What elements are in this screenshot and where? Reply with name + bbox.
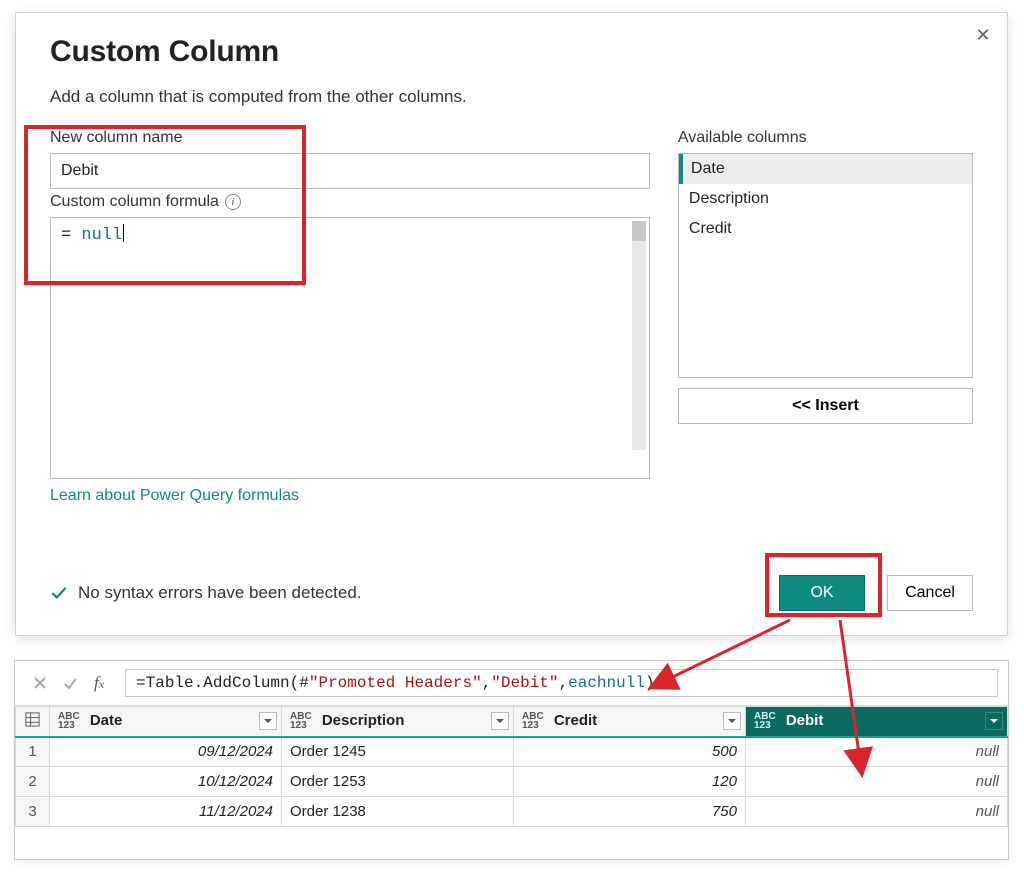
- cell-credit: 500: [514, 737, 746, 767]
- custom-column-dialog: ✕ Custom Column Add a column that is com…: [15, 12, 1008, 636]
- fx-null: null: [607, 674, 645, 692]
- col-header-label: Date: [90, 712, 123, 729]
- insert-button[interactable]: << Insert: [678, 388, 973, 424]
- status-text: No syntax errors have been detected.: [78, 583, 362, 603]
- col-header-debit[interactable]: ABC123 Debit: [746, 707, 1008, 737]
- cell-date: 09/12/2024: [50, 737, 282, 767]
- fx-hash: #: [299, 674, 309, 692]
- cell-debit: null: [746, 797, 1008, 827]
- fx-eq: =: [136, 674, 146, 692]
- row-number: 3: [16, 797, 50, 827]
- fx-open: (: [290, 674, 300, 692]
- filter-dropdown-icon[interactable]: [985, 712, 1003, 730]
- fx-icon[interactable]: fx: [85, 673, 113, 693]
- cell-description: Order 1238: [282, 797, 514, 827]
- result-table: ABC123 Date ABC123 Description ABC123 Cr…: [15, 706, 1008, 827]
- formula-label: Custom column formula i: [50, 193, 650, 211]
- text-caret: [123, 224, 124, 242]
- dialog-subtitle: Add a column that is computed from the o…: [50, 87, 973, 107]
- cell-date: 11/12/2024: [50, 797, 282, 827]
- formula-bar-input[interactable]: = Table.AddColumn(#"Promoted Headers", "…: [125, 669, 998, 697]
- col-header-label: Debit: [786, 712, 824, 729]
- col-header-label: Description: [322, 712, 405, 729]
- scrollbar[interactable]: [632, 221, 646, 450]
- cancel-button[interactable]: Cancel: [887, 575, 973, 611]
- info-icon[interactable]: i: [225, 194, 241, 210]
- fx-close: ): [645, 674, 655, 692]
- check-icon: [50, 584, 68, 602]
- fx-arg2: "Debit": [491, 674, 558, 692]
- available-column-item[interactable]: Credit: [679, 214, 972, 244]
- new-column-name-input[interactable]: [50, 153, 650, 189]
- table-row[interactable]: 1 09/12/2024 Order 1245 500 null: [16, 737, 1008, 767]
- table-row[interactable]: 2 10/12/2024 Order 1253 120 null: [16, 767, 1008, 797]
- cell-debit: null: [746, 737, 1008, 767]
- cell-credit: 750: [514, 797, 746, 827]
- col-header-date[interactable]: ABC123 Date: [50, 707, 282, 737]
- filter-dropdown-icon[interactable]: [723, 712, 741, 730]
- available-columns-list[interactable]: Date Description Credit: [678, 153, 973, 378]
- commit-formula-icon[interactable]: [55, 669, 85, 697]
- fx-arg1: "Promoted Headers": [309, 674, 482, 692]
- ok-button[interactable]: OK: [779, 575, 865, 611]
- learn-link[interactable]: Learn about Power Query formulas: [50, 487, 299, 505]
- col-header-label: Credit: [554, 712, 597, 729]
- formula-eq: =: [61, 226, 81, 245]
- filter-dropdown-icon[interactable]: [259, 712, 277, 730]
- formula-label-text: Custom column formula: [50, 193, 219, 211]
- fx-sep2: ,: [559, 674, 569, 692]
- fx-each: each: [568, 674, 606, 692]
- row-number: 2: [16, 767, 50, 797]
- cell-credit: 120: [514, 767, 746, 797]
- table-row[interactable]: 3 11/12/2024 Order 1238 750 null: [16, 797, 1008, 827]
- filter-dropdown-icon[interactable]: [491, 712, 509, 730]
- col-header-credit[interactable]: ABC123 Credit: [514, 707, 746, 737]
- cell-description: Order 1253: [282, 767, 514, 797]
- cell-description: Order 1245: [282, 737, 514, 767]
- available-column-item[interactable]: Description: [679, 184, 972, 214]
- query-result-panel: fx = Table.AddColumn(#"Promoted Headers"…: [14, 660, 1009, 860]
- available-column-item[interactable]: Date: [679, 154, 972, 184]
- col-header-description[interactable]: ABC123 Description: [282, 707, 514, 737]
- dialog-title: Custom Column: [50, 35, 973, 69]
- formula-null-token: null: [81, 226, 122, 245]
- fx-fn: Table.AddColumn: [146, 674, 290, 692]
- formula-editor[interactable]: = null: [50, 217, 650, 479]
- close-icon[interactable]: ✕: [971, 23, 995, 47]
- table-corner-icon[interactable]: [16, 707, 50, 737]
- cancel-formula-icon[interactable]: [25, 669, 55, 697]
- row-number: 1: [16, 737, 50, 767]
- cell-debit: null: [746, 767, 1008, 797]
- fx-sep1: ,: [482, 674, 492, 692]
- cell-date: 10/12/2024: [50, 767, 282, 797]
- new-column-name-label: New column name: [50, 129, 650, 147]
- available-columns-label: Available columns: [678, 129, 973, 147]
